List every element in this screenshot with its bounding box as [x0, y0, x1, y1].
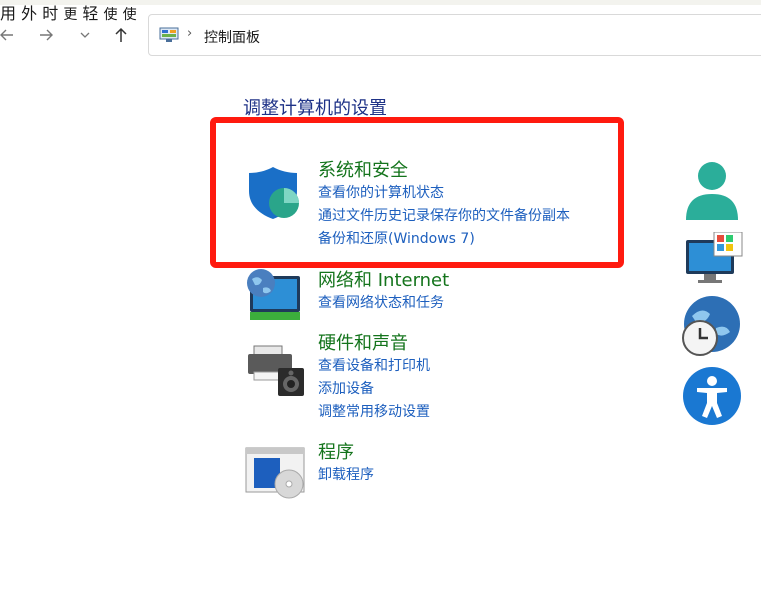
clock-region-icon [682, 296, 740, 356]
link-uninstall-program[interactable]: 卸载程序 [318, 464, 374, 487]
category-title-programs[interactable]: 程序 [318, 442, 374, 464]
arrow-left-icon [0, 29, 13, 41]
recent-locations-button[interactable] [72, 22, 98, 48]
up-button[interactable] [108, 22, 134, 48]
accessibility-icon [683, 367, 741, 425]
appearance-monitor-icon [686, 232, 743, 283]
right-fragment-ease-link-1[interactable]: 使 [104, 7, 118, 23]
category-hardware-sound: 硬件和声音 查看设备和打印机 添加设备 调整常用移动设置 [318, 333, 430, 424]
arrow-up-icon [115, 27, 127, 42]
control-panel-icon [159, 27, 179, 42]
right-fragment-appearance[interactable]: 外 [21, 4, 37, 23]
address-bar[interactable]: › 控制面板 [148, 14, 761, 56]
highlight-box [210, 117, 624, 268]
right-fragment-ease-link-2[interactable]: 使 [123, 7, 137, 23]
link-mobility-settings[interactable]: 调整常用移动设置 [318, 401, 430, 424]
link-devices-printers[interactable]: 查看设备和打印机 [318, 355, 430, 378]
link-view-network-status[interactable]: 查看网络状态和任务 [318, 292, 449, 315]
category-title-hardware-sound[interactable]: 硬件和声音 [318, 333, 430, 355]
right-fragment-clock-link[interactable]: 更 [63, 7, 77, 23]
window-top-strip [0, 0, 761, 5]
right-fragment-ease[interactable]: 轻 [82, 4, 98, 23]
category-title-network-internet[interactable]: 网络和 Internet [318, 270, 449, 292]
network-globe-icon [247, 269, 300, 320]
right-fragment-clock[interactable]: 时 [42, 4, 58, 23]
programs-icon [245, 447, 305, 499]
right-fragment-user[interactable]: 用 [0, 4, 16, 23]
arrow-right-icon [40, 29, 53, 41]
category-programs: 程序 卸载程序 [318, 442, 374, 487]
user-accounts-icon [686, 162, 738, 220]
link-add-device[interactable]: 添加设备 [318, 378, 430, 401]
forward-button[interactable] [33, 22, 59, 48]
printer-speaker-icon [248, 345, 304, 396]
category-network-internet: 网络和 Internet 查看网络状态和任务 [318, 270, 449, 315]
breadcrumb-separator: › [187, 26, 193, 41]
back-button[interactable] [0, 22, 20, 48]
chevron-down-icon [80, 32, 90, 38]
breadcrumb-control-panel[interactable]: 控制面板 [204, 27, 260, 47]
